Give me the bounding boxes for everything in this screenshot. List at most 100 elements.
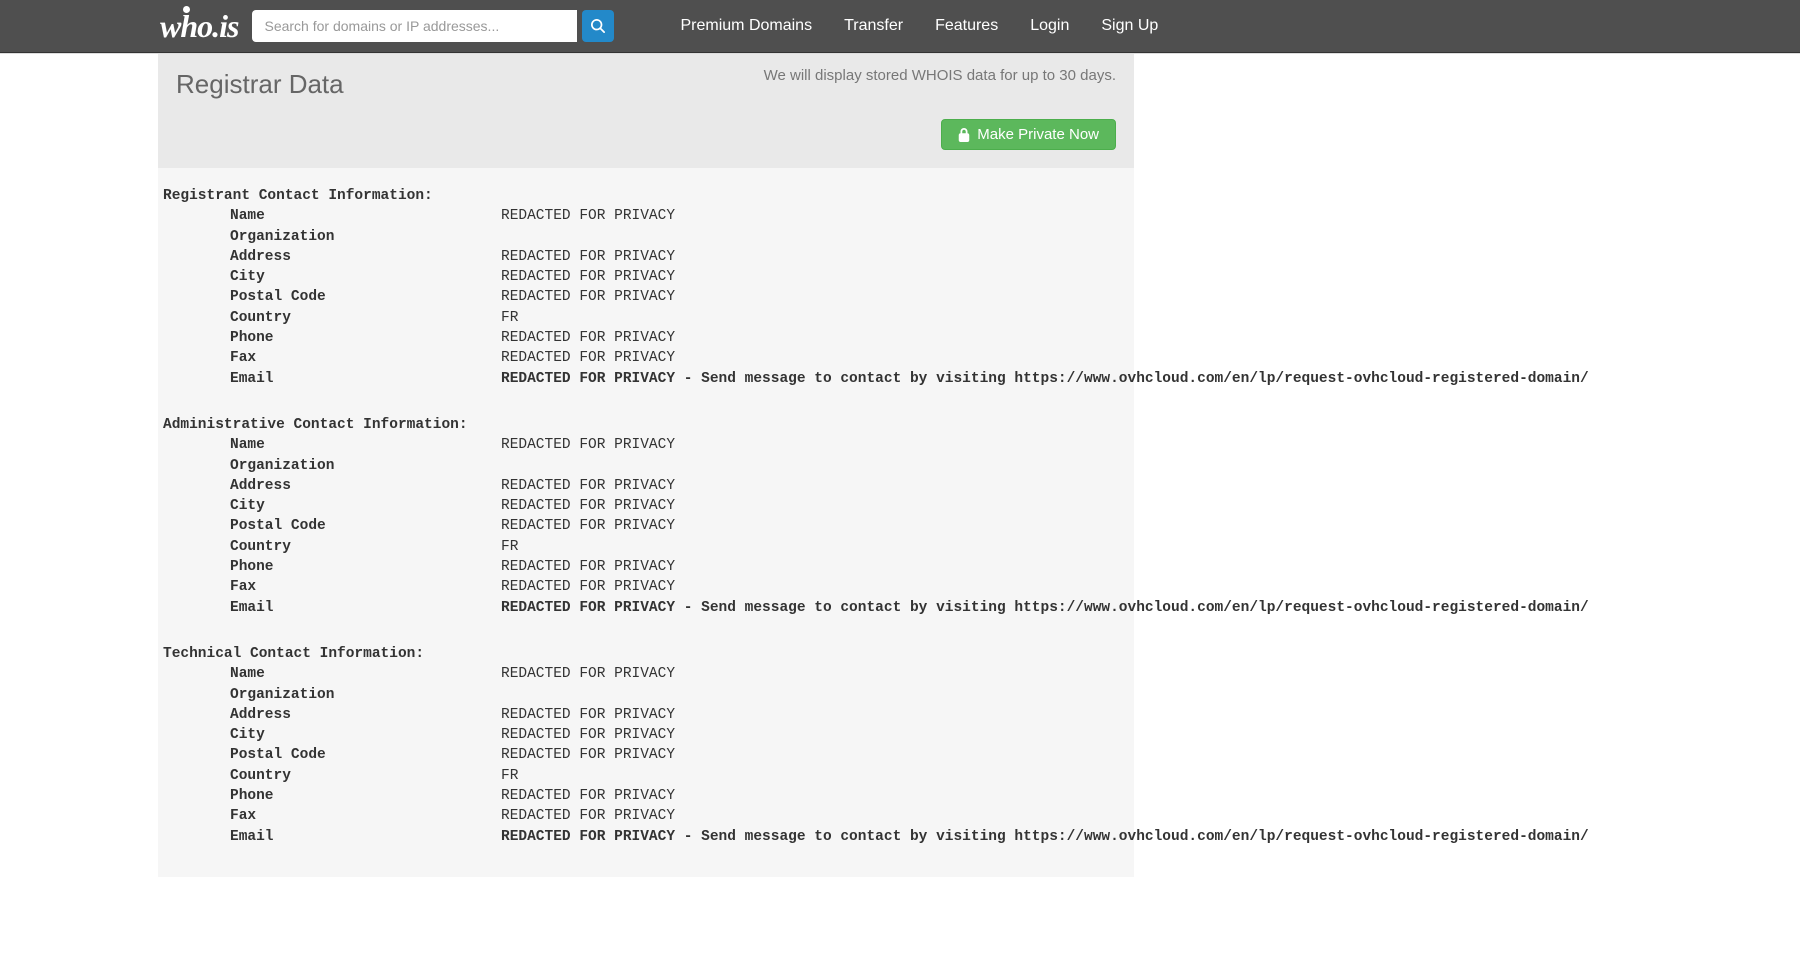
admin-postal-row: Postal CodeREDACTED FOR PRIVACY: [158, 516, 1134, 536]
make-private-button[interactable]: Make Private Now: [941, 119, 1116, 150]
field-value: REDACTED FOR PRIVACY: [501, 557, 675, 577]
field-label: Email: [163, 827, 501, 847]
field-value: FR: [501, 766, 518, 786]
nav-login[interactable]: Login: [1014, 1, 1085, 51]
field-label: Postal Code: [163, 745, 501, 765]
field-value: REDACTED FOR PRIVACY: [501, 745, 675, 765]
logo-dot: [183, 6, 190, 13]
logo[interactable]: who.is: [160, 10, 238, 42]
registrant-city-row: CityREDACTED FOR PRIVACY: [158, 267, 1134, 287]
technical-fax-row: FaxREDACTED FOR PRIVACY: [158, 806, 1134, 826]
search-group: [252, 10, 614, 42]
registrant-section-title: Registrant Contact Information:: [158, 186, 1134, 206]
field-label: Country: [163, 766, 501, 786]
nav-links: Premium Domains Transfer Features Login …: [664, 1, 1174, 51]
field-label: Phone: [163, 557, 501, 577]
field-label: Email: [163, 598, 501, 618]
header-info-text: We will display stored WHOIS data for up…: [764, 67, 1116, 84]
field-label: Organization: [163, 227, 501, 247]
header-bar: Registrar Data We will display stored WH…: [158, 54, 1134, 119]
field-value: REDACTED FOR PRIVACY: [501, 516, 675, 536]
nav-premium-domains[interactable]: Premium Domains: [664, 1, 828, 51]
field-value: REDACTED FOR PRIVACY: [501, 705, 675, 725]
admin-phone-row: PhoneREDACTED FOR PRIVACY: [158, 557, 1134, 577]
nav-signup[interactable]: Sign Up: [1085, 1, 1174, 51]
admin-fax-row: FaxREDACTED FOR PRIVACY: [158, 577, 1134, 597]
field-value: REDACTED FOR PRIVACY - Send message to c…: [501, 598, 1589, 618]
lock-icon: [958, 128, 970, 142]
technical-country-row: CountryFR: [158, 766, 1134, 786]
field-value: FR: [501, 537, 518, 557]
field-value: REDACTED FOR PRIVACY: [501, 725, 675, 745]
field-label: City: [163, 725, 501, 745]
field-label: Organization: [163, 456, 501, 476]
field-value: FR: [501, 308, 518, 328]
field-value: REDACTED FOR PRIVACY - Send message to c…: [501, 369, 1589, 389]
registrant-address-row: AddressREDACTED FOR PRIVACY: [158, 247, 1134, 267]
technical-email-row: EmailREDACTED FOR PRIVACY - Send message…: [158, 827, 1134, 847]
field-value: REDACTED FOR PRIVACY: [501, 247, 675, 267]
admin-section-title: Administrative Contact Information:: [158, 415, 1134, 435]
admin-name-row: NameREDACTED FOR PRIVACY: [158, 435, 1134, 455]
whois-data: Registrant Contact Information: NameREDA…: [158, 168, 1134, 877]
field-label: Phone: [163, 328, 501, 348]
field-value: REDACTED FOR PRIVACY: [501, 577, 675, 597]
field-value: REDACTED FOR PRIVACY: [501, 664, 675, 684]
admin-email-row: EmailREDACTED FOR PRIVACY - Send message…: [158, 598, 1134, 618]
field-value: REDACTED FOR PRIVACY - Send message to c…: [501, 827, 1589, 847]
field-label: Address: [163, 247, 501, 267]
nav-features[interactable]: Features: [919, 1, 1014, 51]
navbar: who.is Premium Domains Transfer Features…: [0, 0, 1800, 53]
field-value: REDACTED FOR PRIVACY: [501, 287, 675, 307]
technical-city-row: CityREDACTED FOR PRIVACY: [158, 725, 1134, 745]
field-value: REDACTED FOR PRIVACY: [501, 476, 675, 496]
field-label: Name: [163, 435, 501, 455]
field-label: Country: [163, 537, 501, 557]
make-private-label: Make Private Now: [977, 126, 1099, 143]
admin-city-row: CityREDACTED FOR PRIVACY: [158, 496, 1134, 516]
field-label: Address: [163, 476, 501, 496]
logo-text: who.is: [160, 8, 238, 44]
registrant-organization-row: Organization: [158, 227, 1134, 247]
field-label: City: [163, 267, 501, 287]
field-label: Fax: [163, 348, 501, 368]
field-label: Country: [163, 308, 501, 328]
technical-name-row: NameREDACTED FOR PRIVACY: [158, 664, 1134, 684]
field-label: City: [163, 496, 501, 516]
admin-organization-row: Organization: [158, 456, 1134, 476]
technical-address-row: AddressREDACTED FOR PRIVACY: [158, 705, 1134, 725]
registrant-fax-row: FaxREDACTED FOR PRIVACY: [158, 348, 1134, 368]
field-label: Name: [163, 664, 501, 684]
technical-postal-row: Postal CodeREDACTED FOR PRIVACY: [158, 745, 1134, 765]
field-value: REDACTED FOR PRIVACY: [501, 496, 675, 516]
technical-phone-row: PhoneREDACTED FOR PRIVACY: [158, 786, 1134, 806]
registrant-name-row: NameREDACTED FOR PRIVACY: [158, 206, 1134, 226]
registrant-country-row: CountryFR: [158, 308, 1134, 328]
field-label: Address: [163, 705, 501, 725]
field-value: REDACTED FOR PRIVACY: [501, 267, 675, 287]
field-label: Organization: [163, 685, 501, 705]
search-input[interactable]: [252, 10, 577, 42]
field-label: Postal Code: [163, 287, 501, 307]
registrant-postal-row: Postal CodeREDACTED FOR PRIVACY: [158, 287, 1134, 307]
registrant-email-row: EmailREDACTED FOR PRIVACY - Send message…: [158, 369, 1134, 389]
admin-country-row: CountryFR: [158, 537, 1134, 557]
field-value: REDACTED FOR PRIVACY: [501, 786, 675, 806]
technical-section-title: Technical Contact Information:: [158, 644, 1134, 664]
search-button[interactable]: [582, 10, 614, 42]
technical-organization-row: Organization: [158, 685, 1134, 705]
field-label: Postal Code: [163, 516, 501, 536]
field-label: Fax: [163, 577, 501, 597]
field-value: REDACTED FOR PRIVACY: [501, 806, 675, 826]
registrant-phone-row: PhoneREDACTED FOR PRIVACY: [158, 328, 1134, 348]
field-label: Fax: [163, 806, 501, 826]
field-label: Name: [163, 206, 501, 226]
search-icon: [591, 19, 605, 33]
field-value: REDACTED FOR PRIVACY: [501, 206, 675, 226]
nav-transfer[interactable]: Transfer: [828, 1, 919, 51]
field-label: Phone: [163, 786, 501, 806]
main-content: Registrar Data We will display stored WH…: [158, 54, 1134, 877]
field-value: REDACTED FOR PRIVACY: [501, 328, 675, 348]
field-label: Email: [163, 369, 501, 389]
private-button-row: Make Private Now: [158, 119, 1134, 168]
